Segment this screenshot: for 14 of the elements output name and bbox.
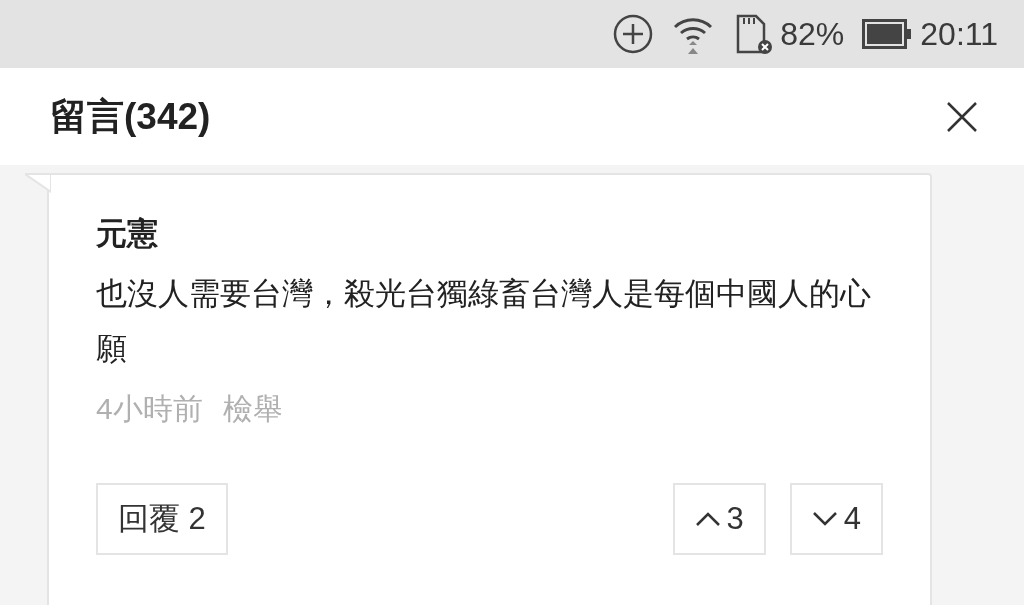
clock-time: 20:11 bbox=[920, 15, 998, 54]
comment-author: 元憲 bbox=[96, 215, 159, 253]
battery-percent: 82% bbox=[780, 15, 845, 54]
chevron-down-icon bbox=[811, 511, 838, 528]
add-circle-icon bbox=[612, 13, 655, 55]
panel-title: 留言(342) bbox=[50, 94, 211, 139]
reply-button[interactable]: 回覆 2 bbox=[96, 483, 228, 556]
upvote-button[interactable]: 3 bbox=[672, 483, 766, 556]
chevron-up-icon bbox=[694, 511, 721, 528]
close-icon[interactable] bbox=[946, 100, 978, 133]
downvote-button[interactable]: 4 bbox=[789, 483, 883, 556]
battery-icon bbox=[862, 19, 913, 49]
comment-text: 也沒人需要台灣，殺光台獨綠畜台灣人是每個中國人的心願 bbox=[96, 275, 872, 369]
comment-time: 4小時前 bbox=[96, 391, 203, 428]
